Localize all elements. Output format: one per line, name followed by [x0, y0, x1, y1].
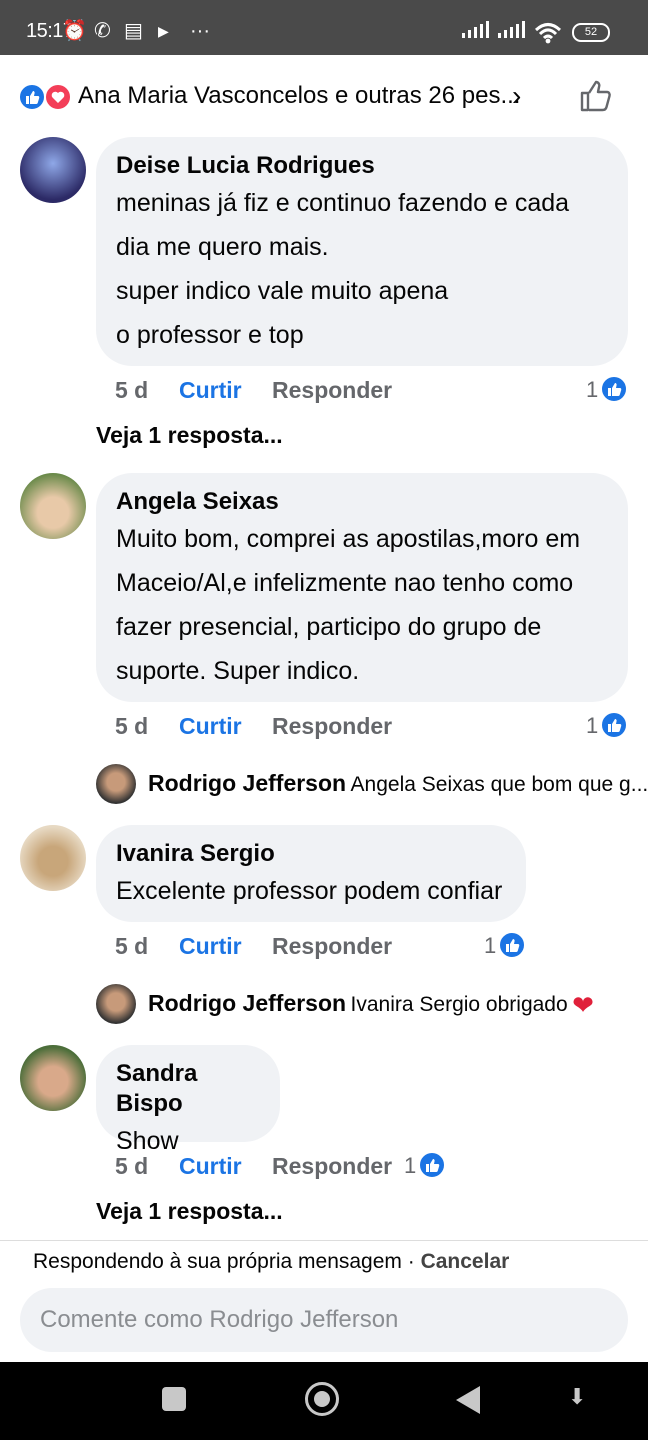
comment-line: fazer presencial, participo do grupo de — [116, 613, 542, 641]
like-button[interactable]: Curtir — [179, 933, 242, 960]
reply-author: Rodrigo Jefferson — [148, 770, 347, 796]
comment-line: Excelente professor podem confiar — [116, 877, 503, 905]
reply-button[interactable]: Responder — [272, 933, 392, 960]
comment-time: 5 d — [115, 933, 149, 959]
status-bar: 15:17 ⏰ ✆ ▤ ▶ ··· 52 — [0, 0, 648, 55]
avatar[interactable] — [20, 825, 86, 891]
replying-banner: Respondendo à sua própria mensagem · Can… — [33, 1250, 509, 1274]
reply-preview[interactable]: Rodrigo Jefferson Ivanira Sergio obrigad… — [148, 990, 594, 1021]
like-button[interactable]: Curtir — [179, 713, 242, 740]
reply-button[interactable]: Responder — [272, 1153, 392, 1180]
reply-button[interactable]: Responder — [272, 713, 392, 740]
avatar[interactable] — [20, 1045, 86, 1111]
comment-bubble: Ivanira Sergio Excelente professor podem… — [96, 825, 526, 922]
system-nav-bar: ⬇ — [0, 1362, 648, 1440]
reactions-summary[interactable]: Ana Maria Vasconcelos e outras 26 pes... — [78, 82, 520, 110]
comment-line: Muito bom, comprei as apostilas,moro em — [116, 525, 581, 553]
like-badge-icon[interactable] — [600, 711, 628, 739]
cancel-reply-button[interactable]: Cancelar — [421, 1250, 510, 1273]
comment-bubble: Sandra Bispo Show — [96, 1045, 280, 1155]
accessibility-icon[interactable]: ⬇ — [568, 1384, 586, 1410]
reply-preview[interactable]: Rodrigo Jefferson Angela Seixas que bom … — [148, 770, 648, 797]
comment-input[interactable] — [20, 1288, 628, 1352]
home-button-icon[interactable] — [305, 1382, 339, 1416]
reply-text: Ivanira Sergio obrigado — [350, 993, 568, 1016]
chevron-right-icon[interactable]: › — [512, 80, 521, 112]
play-icon: ▶ — [158, 23, 169, 39]
comment-time: 5 d — [115, 377, 149, 403]
comment-line: suporte. Super indico. — [116, 657, 360, 685]
like-count[interactable]: 1 — [484, 933, 496, 959]
battery-icon: 52 — [572, 23, 610, 42]
comment-line: super indico vale muito apena — [116, 277, 449, 305]
comment-author[interactable]: Ivanira Sergio — [116, 839, 506, 869]
notes-icon: ▤ — [124, 20, 143, 42]
like-button[interactable]: Curtir — [179, 1153, 242, 1180]
like-badge-icon[interactable] — [498, 931, 526, 959]
signal-icon-2 — [498, 20, 525, 43]
like-count[interactable]: 1 — [586, 377, 598, 403]
avatar[interactable] — [20, 473, 86, 539]
comment-actions: 5 d Curtir Responder — [115, 713, 415, 743]
alarm-icon: ⏰ — [62, 20, 87, 42]
comment-time: 5 d — [115, 713, 149, 739]
comment-line: o professor e top — [116, 321, 304, 349]
love-reaction-icon — [44, 83, 72, 111]
comment-line: dia me quero mais. — [116, 233, 329, 261]
comment-actions: 5 d Curtir Responder — [115, 1153, 415, 1183]
thumbs-up-outline-icon[interactable] — [578, 78, 614, 119]
signal-icon — [462, 20, 489, 43]
reactions-header[interactable]: Ana Maria Vasconcelos e outras 26 pes...… — [0, 56, 648, 136]
replying-text: Respondendo à sua própria mensagem · — [33, 1250, 421, 1273]
comment-author[interactable]: Angela Seixas — [116, 487, 608, 517]
comment-line: meninas já fiz e continuo fazendo e cada — [116, 189, 570, 217]
comment-time: 5 d — [115, 1153, 149, 1179]
reply-text: Angela Seixas que bom que g... — [350, 773, 648, 796]
reply-author: Rodrigo Jefferson — [148, 990, 347, 1016]
comment-author[interactable]: Sandra Bispo — [116, 1059, 260, 1119]
comment-line: Maceio/Al,e infelizmente nao tenho como — [116, 569, 574, 597]
wifi-icon — [534, 22, 562, 49]
comment-actions: 5 d Curtir Responder — [115, 933, 415, 963]
recents-button-icon[interactable] — [162, 1387, 186, 1411]
more-dots-icon: ··· — [190, 20, 210, 42]
back-button-icon[interactable] — [456, 1386, 480, 1414]
like-badge-icon[interactable] — [600, 375, 628, 403]
avatar[interactable] — [96, 984, 136, 1024]
like-button[interactable]: Curtir — [179, 377, 242, 404]
comment-author[interactable]: Deise Lucia Rodrigues — [116, 151, 608, 181]
heart-emoji-icon: ❤ — [572, 990, 594, 1020]
comment-bubble: Angela Seixas Muito bom, comprei as apos… — [96, 473, 628, 702]
view-replies-link[interactable]: Veja 1 resposta... — [96, 1198, 283, 1225]
like-reaction-icon — [18, 83, 46, 111]
view-replies-link[interactable]: Veja 1 resposta... — [96, 422, 283, 449]
comment-bubble: Deise Lucia Rodrigues meninas já fiz e c… — [96, 137, 628, 366]
like-count[interactable]: 1 — [404, 1153, 416, 1179]
divider — [0, 1240, 648, 1241]
like-count[interactable]: 1 — [586, 713, 598, 739]
like-badge-icon[interactable] — [418, 1151, 446, 1179]
missed-call-icon: ✆ — [94, 20, 111, 42]
reply-button[interactable]: Responder — [272, 377, 392, 404]
comment-actions: 5 d Curtir Responder — [115, 377, 415, 407]
avatar[interactable] — [20, 137, 86, 203]
avatar[interactable] — [96, 764, 136, 804]
